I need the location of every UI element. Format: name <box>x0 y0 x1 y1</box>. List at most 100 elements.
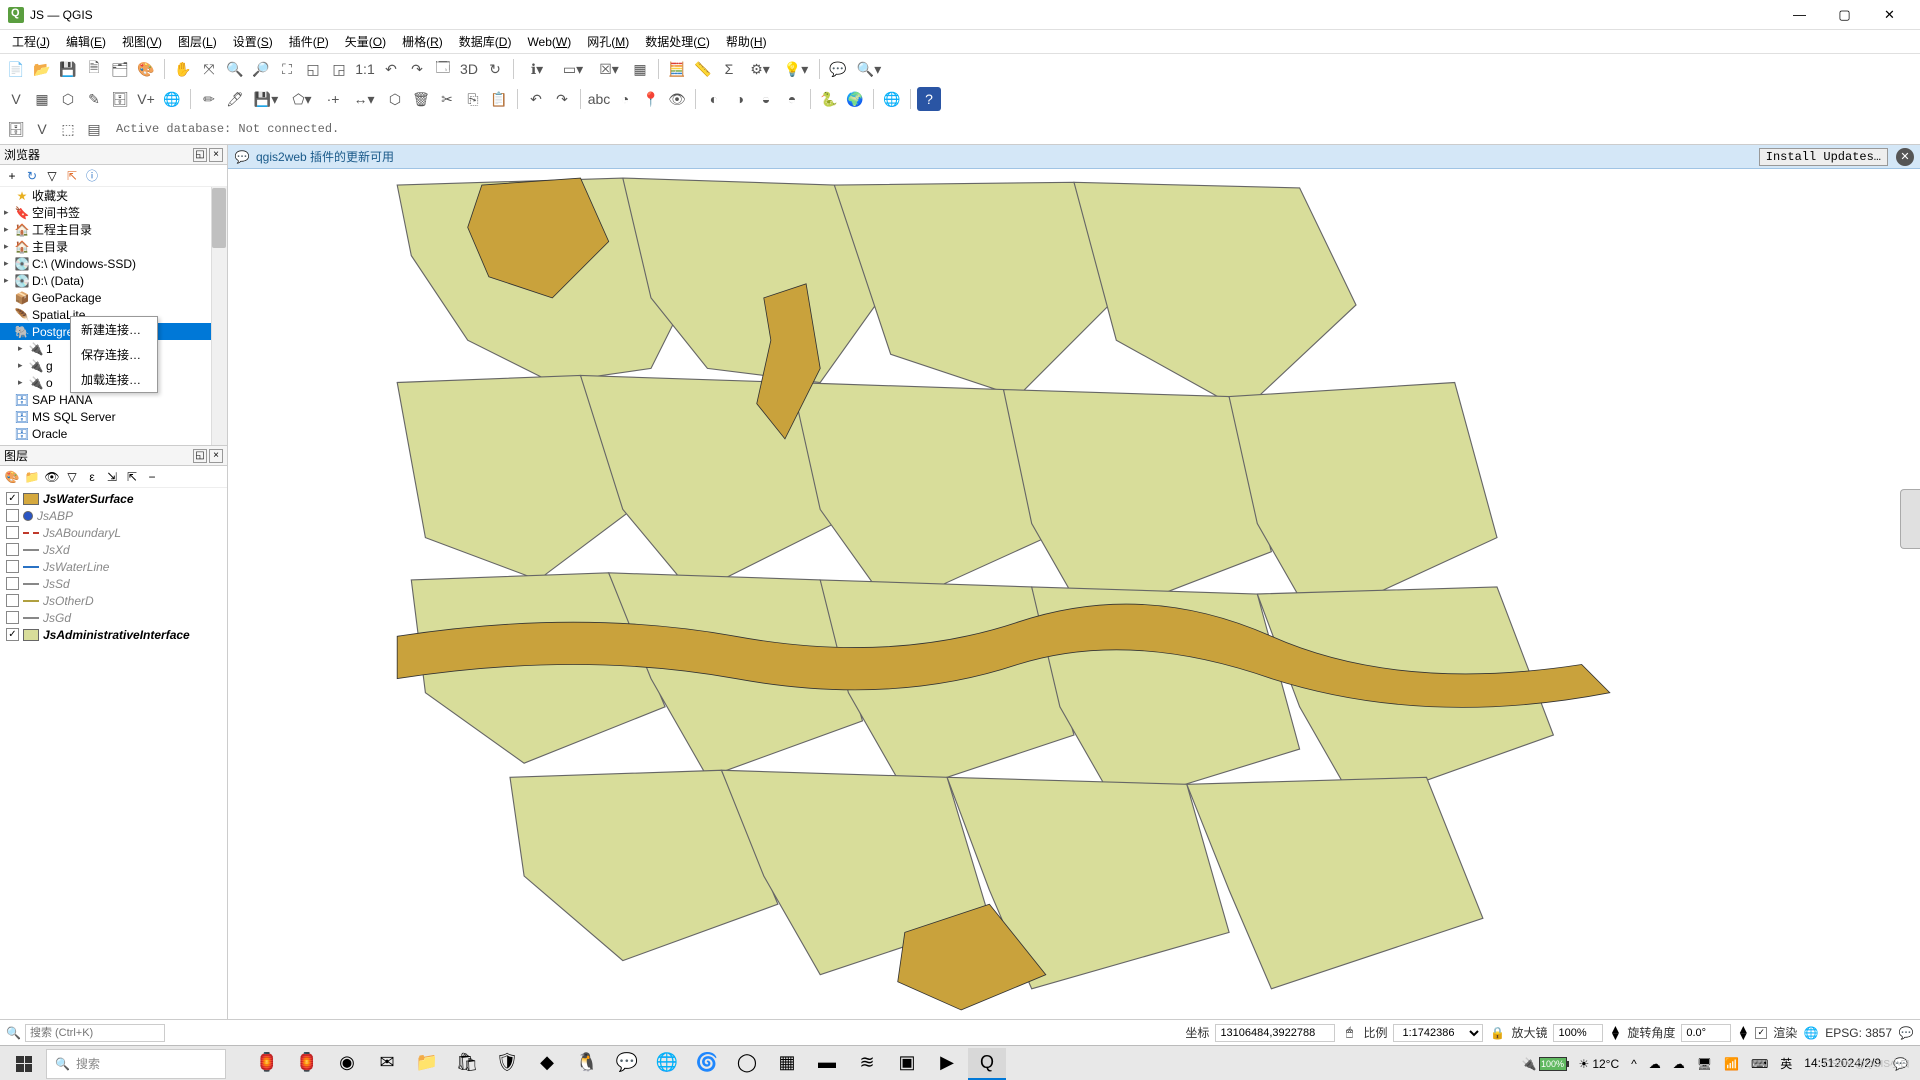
style-manager-button[interactable]: 🎨 <box>134 57 158 81</box>
add-vector-button[interactable]: V <box>4 87 28 111</box>
add-virtual-button[interactable]: V+ <box>134 87 158 111</box>
menu-L[interactable]: 图层(L) <box>170 31 225 52</box>
tray-onedrive-icon[interactable]: ☁ <box>1645 1048 1665 1080</box>
save-edits-button[interactable]: 💾▾ <box>249 87 283 111</box>
layer-checkbox[interactable] <box>6 509 19 522</box>
browser-item[interactable]: ▸🏠工程主目录 <box>0 221 227 238</box>
layer-collapse-icon[interactable]: ⇱ <box>124 469 140 485</box>
identify-button[interactable]: ℹ▾ <box>520 57 554 81</box>
close-button[interactable]: ✕ <box>1867 1 1912 29</box>
panel-float-button[interactable]: ◱ <box>193 449 207 463</box>
tray-chevron-icon[interactable]: ^ <box>1627 1048 1641 1080</box>
hide-label-button[interactable]: 👁 <box>665 87 689 111</box>
label-tool-button[interactable]: abc <box>587 87 611 111</box>
coord-value-input[interactable] <box>1215 1024 1335 1042</box>
edit-pen-button[interactable]: 🖊 <box>223 87 247 111</box>
tray-monitor-icon[interactable]: 🖥 <box>1693 1048 1716 1080</box>
open-attribute-table-button[interactable]: ▦ <box>628 57 652 81</box>
app-a-icon[interactable]: 🛡 <box>488 1048 526 1080</box>
tray-ime[interactable]: 英 <box>1776 1048 1796 1080</box>
node-tool-button[interactable]: ⬡ <box>383 87 407 111</box>
plugin-d-button[interactable]: ◓ <box>780 87 804 111</box>
pan-selection-button[interactable]: ⤧ <box>197 57 221 81</box>
measure-button[interactable]: 📏 <box>691 57 715 81</box>
zoom-full-button[interactable]: ⛶ <box>275 57 299 81</box>
refresh-button[interactable]: ↻ <box>483 57 507 81</box>
redo-button[interactable]: ↷ <box>550 87 574 111</box>
zoom-selection-button[interactable]: ◱ <box>301 57 325 81</box>
layer-style-icon[interactable]: 🎨 <box>4 469 20 485</box>
notification-close-button[interactable]: ✕ <box>1896 148 1914 166</box>
db-sql-button[interactable]: ▤ <box>82 117 106 141</box>
layer-expr-icon[interactable]: ε <box>84 469 100 485</box>
add-raster-button[interactable]: ▦ <box>30 87 54 111</box>
tray-cloud2-icon[interactable]: ☁ <box>1669 1048 1689 1080</box>
field-calc-button[interactable]: 🧮 <box>665 57 689 81</box>
add-layer-icon[interactable]: + <box>4 168 20 184</box>
undo-button[interactable]: ↶ <box>524 87 548 111</box>
context-menu-item[interactable]: 保存连接… <box>71 342 157 367</box>
move-feature-button[interactable]: ↔▾ <box>347 87 381 111</box>
app-lantern2-icon[interactable]: 🏮 <box>288 1048 326 1080</box>
tray-notifications-icon[interactable]: 💬 <box>1889 1048 1912 1080</box>
layer-expand-icon[interactable]: ⇲ <box>104 469 120 485</box>
layer-item[interactable]: JsWaterLine <box>2 558 225 575</box>
scale-select[interactable]: 1:1742386 <box>1393 1024 1483 1042</box>
app-edge-icon[interactable]: 🌐 <box>648 1048 686 1080</box>
browser-item[interactable]: 🗄Oracle <box>0 425 227 442</box>
menu-H[interactable]: 帮助(H) <box>718 31 775 52</box>
metasearch-button[interactable]: 🌍 <box>843 87 867 111</box>
db-tree-button[interactable]: V <box>30 117 54 141</box>
properties-icon[interactable]: ⓘ <box>84 168 100 184</box>
new-map-view-button[interactable]: 🗔 <box>431 57 455 81</box>
lock-scale-icon[interactable]: 🔒 <box>1489 1025 1505 1041</box>
layer-item[interactable]: JsSd <box>2 575 225 592</box>
messages-icon[interactable]: 💬 <box>1898 1025 1914 1041</box>
edit-pencil-button[interactable]: ✏ <box>197 87 221 111</box>
app-lantern-icon[interactable]: 🏮 <box>248 1048 286 1080</box>
search-button[interactable]: 🔍▾ <box>852 57 886 81</box>
layer-checkbox[interactable] <box>6 611 19 624</box>
add-spatialite-button[interactable]: 🗄 <box>108 87 132 111</box>
menu-O[interactable]: 矢量(O) <box>337 31 394 52</box>
start-button[interactable] <box>4 1048 44 1080</box>
collapse-all-icon[interactable]: ⇱ <box>64 168 80 184</box>
map-canvas[interactable] <box>228 169 1920 1019</box>
rotation-input[interactable] <box>1681 1024 1731 1042</box>
menu-D[interactable]: 数据库(D) <box>451 31 520 52</box>
menu-S[interactable]: 设置(S) <box>225 31 281 52</box>
layer-checkbox[interactable]: ✓ <box>6 492 19 505</box>
layer-item[interactable]: ✓JsWaterSurface <box>2 490 225 507</box>
layer-filter-icon[interactable]: ▽ <box>64 469 80 485</box>
rotation-down-button[interactable]: ▼ <box>1737 1033 1749 1040</box>
show-tips-button[interactable]: 💡▾ <box>779 57 813 81</box>
browser-item[interactable]: 📦GeoPackage <box>0 289 227 306</box>
add-wms-button[interactable]: 🌐 <box>160 87 184 111</box>
delete-selected-button[interactable]: 🗑 <box>409 87 433 111</box>
zoom-next-button[interactable]: ↷ <box>405 57 429 81</box>
extents-icon[interactable]: 🖱 <box>1341 1025 1357 1041</box>
add-mesh-button[interactable]: ⬡ <box>56 87 80 111</box>
refresh-browser-icon[interactable]: ↻ <box>24 168 40 184</box>
pin-label-button[interactable]: 📍 <box>639 87 663 111</box>
menu-M[interactable]: 网孔(M) <box>579 31 637 52</box>
layer-item[interactable]: JsABoundaryL <box>2 524 225 541</box>
browser-item[interactable]: ▸💽D:\ (Data) <box>0 272 227 289</box>
app-vscode-icon[interactable]: ≋ <box>848 1048 886 1080</box>
zoom-in-button[interactable]: 🔍 <box>223 57 247 81</box>
menu-C[interactable]: 数据处理(C) <box>637 31 718 52</box>
zoom-last-button[interactable]: ↶ <box>379 57 403 81</box>
locator-input[interactable] <box>25 1024 165 1042</box>
new-print-layout-button[interactable]: 🗎 <box>82 57 106 81</box>
layer-checkbox[interactable]: ✓ <box>6 628 19 641</box>
battery-tray-icon[interactable]: 🔌 100% <box>1518 1048 1571 1080</box>
layer-item[interactable]: JsOtherD <box>2 592 225 609</box>
add-delimited-button[interactable]: ✎ <box>82 87 106 111</box>
menu-E[interactable]: 编辑(E) <box>58 31 114 52</box>
panel-close-button[interactable]: × <box>209 449 223 463</box>
browser-item[interactable]: ▸💽C:\ (Windows-SSD) <box>0 255 227 272</box>
stats-button[interactable]: Σ <box>717 57 741 81</box>
select-features-button[interactable]: ▭▾ <box>556 57 590 81</box>
layer-checkbox[interactable] <box>6 577 19 590</box>
maximize-button[interactable]: ▢ <box>1822 1 1867 29</box>
